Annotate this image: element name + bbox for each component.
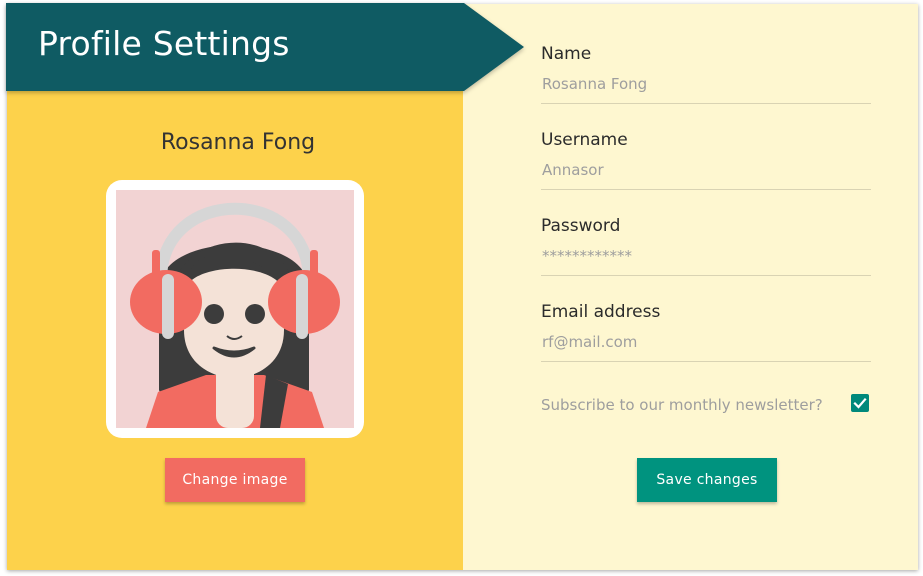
page-title: Profile Settings <box>38 24 290 63</box>
checkmark-icon <box>853 397 867 409</box>
name-field: Name <box>541 44 871 104</box>
username-field: Username <box>541 130 871 190</box>
name-input[interactable] <box>541 75 871 104</box>
save-changes-button[interactable]: Save changes <box>637 458 777 502</box>
username-input[interactable] <box>541 161 871 190</box>
avatar <box>106 180 364 438</box>
newsletter-checkbox[interactable] <box>851 394 869 412</box>
profile-settings-card: Profile Settings Rosanna Fong Change ima… <box>6 3 918 570</box>
password-field: Password <box>541 216 871 276</box>
newsletter-label: Subscribe to our monthly newsletter? <box>541 396 823 414</box>
email-input[interactable] <box>541 333 871 362</box>
name-label: Name <box>541 44 592 64</box>
email-label: Email address <box>541 302 661 322</box>
change-image-button[interactable]: Change image <box>165 458 305 502</box>
avatar-girl-headphones-icon <box>116 190 354 428</box>
profile-display-name: Rosanna Fong <box>160 130 316 155</box>
password-label: Password <box>541 216 621 236</box>
password-input[interactable] <box>541 247 871 276</box>
username-label: Username <box>541 130 628 150</box>
email-field: Email address <box>541 302 871 362</box>
newsletter-row: Subscribe to our monthly newsletter? <box>541 394 871 418</box>
